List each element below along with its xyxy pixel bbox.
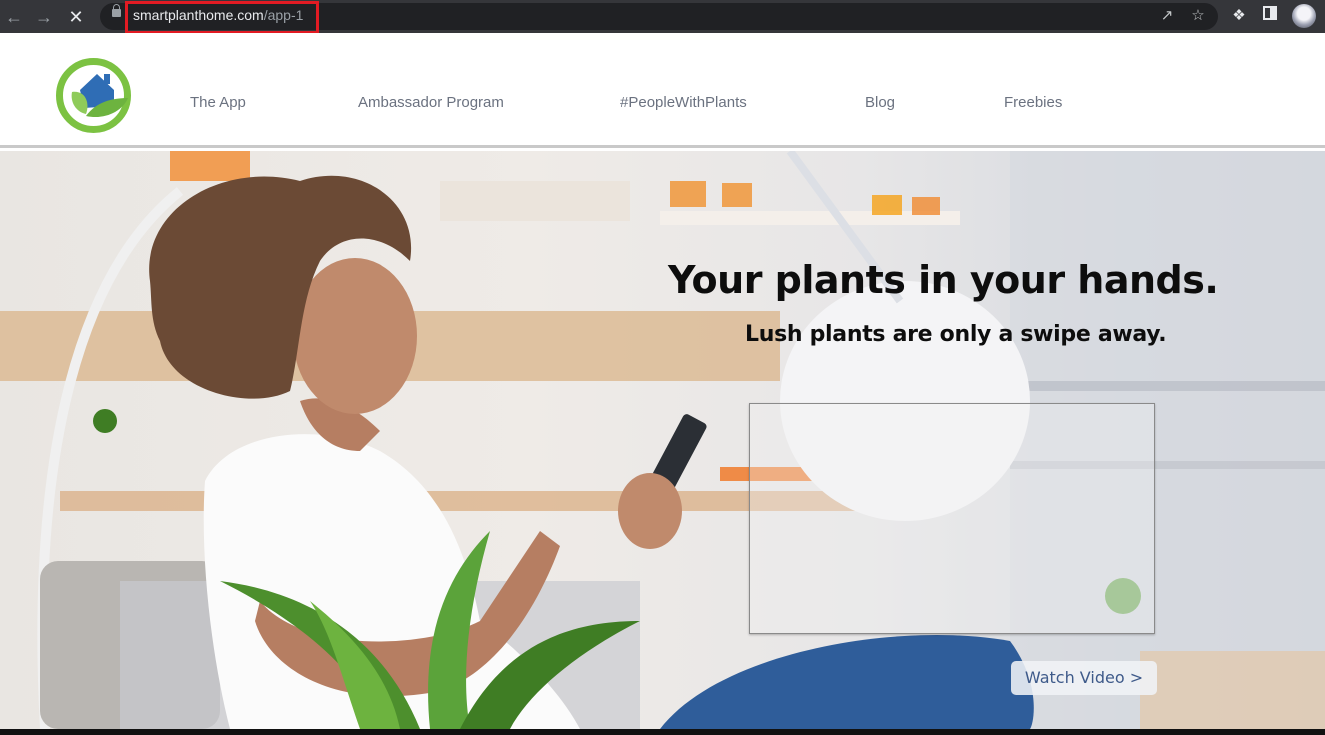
logo-icon [56,58,131,133]
nav-ambassador-program[interactable]: Ambassador Program [358,94,504,111]
hero-subheadline: Lush plants are only a swipe away. [745,322,1167,347]
bookmark-star-icon[interactable]: ☆ [1188,6,1208,26]
nav-blog[interactable]: Blog [865,94,895,111]
browser-toolbar: ← → ✕ smartplanthome.com/app-1 ↗ ☆ ❖ [0,0,1325,34]
hero-headline: Your plants in your hands. [668,258,1219,302]
site-logo[interactable] [56,58,131,133]
share-icon[interactable]: ↗ [1157,6,1177,26]
video-embed-frame[interactable] [749,403,1155,634]
site-header: The App Ambassador Program #PeopleWithPl… [0,33,1325,148]
nav-people-with-plants[interactable]: #PeopleWithPlants [620,94,747,111]
stop-loading-icon[interactable]: ✕ [64,5,88,29]
page-bottom-edge [0,729,1325,735]
nav-freebies[interactable]: Freebies [1004,94,1062,111]
side-panel-icon[interactable] [1260,6,1280,26]
forward-arrow-icon[interactable]: → [32,5,56,29]
url-highlight-box [125,1,319,34]
nav-the-app[interactable]: The App [190,94,246,111]
watch-video-button[interactable]: Watch Video > [1011,661,1157,695]
profile-avatar[interactable] [1292,4,1316,28]
extensions-puzzle-icon[interactable]: ❖ [1229,6,1249,26]
lock-icon[interactable] [112,4,121,17]
hero-section: Your plants in your hands. Lush plants a… [0,151,1325,729]
back-arrow-icon[interactable]: ← [2,5,26,29]
